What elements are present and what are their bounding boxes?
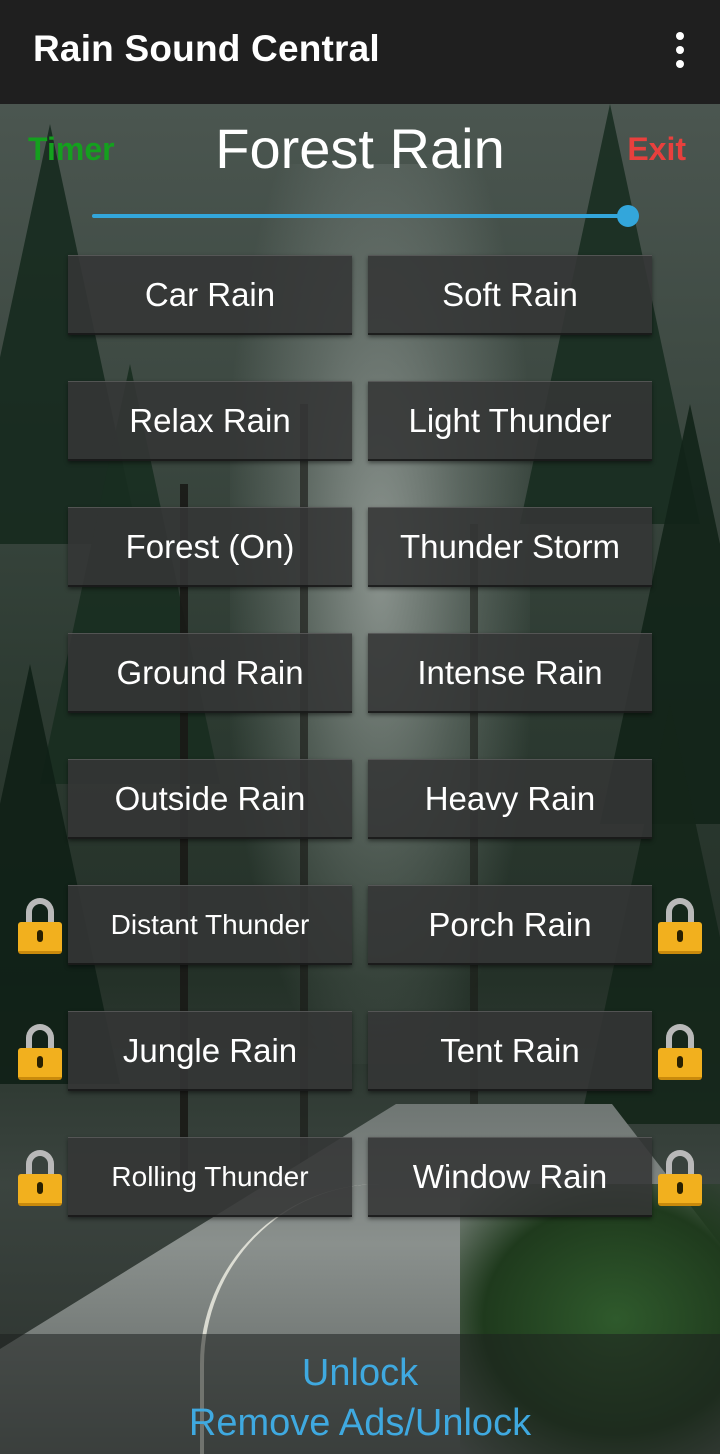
bottom-bar: Unlock Remove Ads/Unlock bbox=[0, 1334, 720, 1454]
sound-button-porch-rain[interactable]: Porch Rain bbox=[368, 885, 652, 965]
sound-button-rolling-thunder[interactable]: Rolling Thunder bbox=[68, 1137, 352, 1217]
volume-slider[interactable] bbox=[92, 205, 640, 227]
sound-button-thunder-storm[interactable]: Thunder Storm bbox=[368, 507, 652, 587]
sound-button-car-rain[interactable]: Car Rain bbox=[68, 255, 352, 335]
overflow-menu-icon[interactable] bbox=[670, 32, 690, 68]
sound-button-tent-rain[interactable]: Tent Rain bbox=[368, 1011, 652, 1091]
timer-button[interactable]: Timer bbox=[28, 131, 115, 168]
sound-button-ground-rain[interactable]: Ground Rain bbox=[68, 633, 352, 713]
lock-icon bbox=[18, 898, 62, 954]
now-playing-title: Forest Rain bbox=[215, 117, 505, 180]
lock-icon bbox=[18, 1024, 62, 1080]
volume-thumb[interactable] bbox=[617, 205, 639, 227]
sound-button-intense-rain[interactable]: Intense Rain bbox=[368, 633, 652, 713]
sound-button-relax-rain[interactable]: Relax Rain bbox=[68, 381, 352, 461]
sound-button-soft-rain[interactable]: Soft Rain bbox=[368, 255, 652, 335]
exit-button[interactable]: Exit bbox=[627, 131, 686, 168]
app-title: Rain Sound Central bbox=[33, 28, 380, 69]
app-bar: Rain Sound Central bbox=[0, 0, 720, 104]
sound-button-light-thunder[interactable]: Light Thunder bbox=[368, 381, 652, 461]
lock-icon bbox=[658, 1024, 702, 1080]
sound-button-jungle-rain[interactable]: Jungle Rain bbox=[68, 1011, 352, 1091]
remove-ads-link[interactable]: Remove Ads/Unlock bbox=[0, 1402, 720, 1445]
lock-icon bbox=[658, 1150, 702, 1206]
sound-button-window-rain[interactable]: Window Rain bbox=[368, 1137, 652, 1217]
lock-icon bbox=[658, 898, 702, 954]
volume-track bbox=[92, 214, 628, 218]
sound-button-distant-thunder[interactable]: Distant Thunder bbox=[68, 885, 352, 965]
unlock-link[interactable]: Unlock bbox=[0, 1352, 720, 1395]
sound-button-heavy-rain[interactable]: Heavy Rain bbox=[368, 759, 652, 839]
sound-button-forest[interactable]: Forest (On) bbox=[68, 507, 352, 587]
sound-button-outside-rain[interactable]: Outside Rain bbox=[68, 759, 352, 839]
lock-icon bbox=[18, 1150, 62, 1206]
